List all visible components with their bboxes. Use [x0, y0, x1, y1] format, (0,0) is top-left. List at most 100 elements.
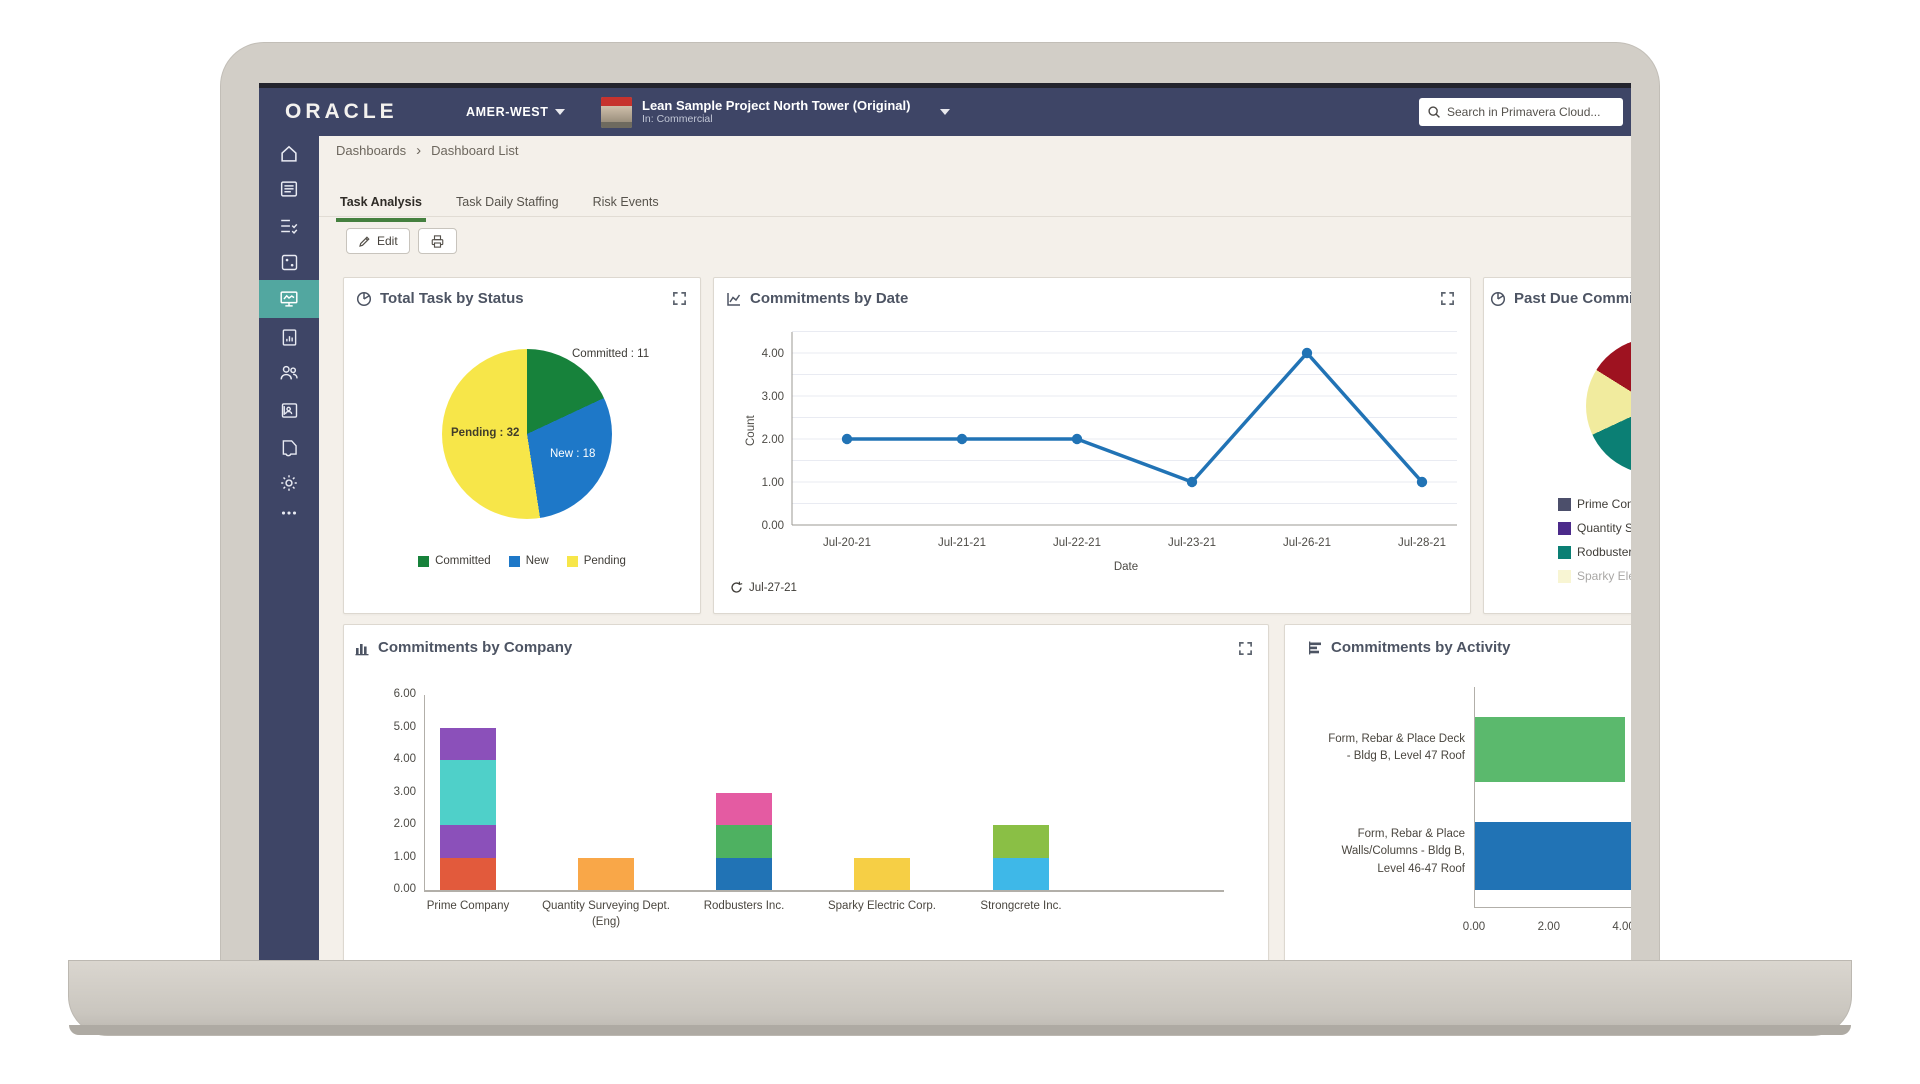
page: ORACLE AMER-WEST Lean Sample Project Nor…: [0, 0, 1920, 1084]
bar-segment: [993, 858, 1049, 891]
pie-label-committed: Committed : 11: [572, 348, 649, 360]
svg-text:4.00: 4.00: [762, 348, 784, 360]
workspace-label: AMER-WEST: [466, 105, 548, 119]
print-button[interactable]: [418, 228, 457, 254]
laptop-base: [68, 960, 1852, 1036]
bar-segment: [993, 825, 1049, 858]
search-input[interactable]: [1447, 105, 1615, 119]
panel-commitments-by-date: Commitments by Date 0.001.002.003.004.00…: [713, 277, 1471, 614]
legend-swatch: [1558, 522, 1571, 535]
sidebar-item-reports[interactable]: [259, 318, 319, 356]
bar-segment: [1475, 717, 1625, 782]
svg-text:Jul-23-21: Jul-23-21: [1168, 537, 1216, 549]
tab-risk-events[interactable]: Risk Events: [589, 189, 663, 222]
legend-swatch: [509, 556, 520, 567]
top-navbar: ORACLE AMER-WEST Lean Sample Project Nor…: [259, 88, 1631, 136]
sidebar-item-task-list[interactable]: [259, 207, 319, 245]
legend-item: New: [509, 555, 549, 567]
project-switcher[interactable]: Lean Sample Project North Tower (Origina…: [601, 97, 950, 128]
pie-chart-icon: [1490, 291, 1506, 307]
screen: ORACLE AMER-WEST Lean Sample Project Nor…: [259, 83, 1631, 976]
monitor-chart-icon: [278, 288, 300, 310]
fullscreen-icon[interactable]: [672, 291, 687, 306]
pie-chart-icon: [356, 291, 372, 307]
legend-item: Pending: [567, 555, 626, 567]
checklist-icon: [278, 215, 300, 237]
bar-segment: [716, 793, 772, 826]
legend-swatch: [1558, 498, 1571, 511]
bar-segment: [716, 858, 772, 891]
project-title: Lean Sample Project North Tower (Origina…: [642, 99, 910, 114]
pie-label-pending: Pending : 32: [451, 427, 519, 439]
breadcrumb-current: Dashboard List: [431, 143, 518, 158]
pencil-icon: [358, 235, 371, 248]
stacked-bar-chart-company: 0.001.002.003.004.005.006.00Prime Compan…: [344, 625, 1270, 976]
people-icon: [278, 362, 300, 384]
left-sidebar: [259, 136, 319, 976]
share-shape-icon: [279, 437, 300, 458]
pie-legend: Prime Company Quantity Surveying Dept. (E…: [1558, 497, 1631, 583]
bar-segment: [716, 825, 772, 858]
sidebar-item-directory[interactable]: [259, 391, 319, 429]
pie-label-new: New : 18: [550, 448, 595, 460]
home-icon: [278, 143, 300, 165]
chevron-down-icon: [940, 109, 950, 115]
svg-text:1.00: 1.00: [762, 477, 784, 489]
legend-item: Quantity Surveying Dept. (Eng): [1558, 521, 1631, 535]
bar-segment: [440, 760, 496, 825]
bar-segment: [440, 825, 496, 858]
legend-item: Rodbusters Inc.: [1558, 545, 1631, 559]
tab-task-analysis[interactable]: Task Analysis: [336, 189, 426, 222]
global-search[interactable]: [1419, 98, 1623, 126]
activity-label: Form, Rebar & Place Walls/Columns - Bldg…: [1293, 826, 1465, 878]
svg-text:Jul-20-21: Jul-20-21: [823, 537, 871, 549]
bar-segment: [440, 728, 496, 761]
board-icon: [278, 178, 300, 200]
bar-segment: [1475, 822, 1631, 890]
sidebar-item-lean-tasks[interactable]: [259, 243, 319, 281]
chevron-down-icon: [555, 109, 565, 115]
id-card-icon: [279, 400, 300, 421]
sidebar-item-projects[interactable]: [259, 170, 319, 208]
workspace-switcher[interactable]: AMER-WEST: [466, 105, 565, 119]
legend-item: Prime Company: [1558, 497, 1631, 511]
legend-swatch: [567, 556, 578, 567]
svg-text:2.00: 2.00: [762, 434, 784, 446]
svg-text:Count: Count: [745, 415, 757, 446]
legend-swatch: [1558, 570, 1571, 583]
refresh-icon: [730, 581, 743, 594]
printer-icon: [430, 234, 445, 249]
tabs-divider: [319, 216, 1631, 217]
breadcrumb-dashboards[interactable]: Dashboards: [336, 143, 406, 158]
refresh-date: Jul-27-21: [749, 582, 797, 594]
laptop-frame: ORACLE AMER-WEST Lean Sample Project Nor…: [220, 42, 1660, 975]
legend-swatch: [418, 556, 429, 567]
sidebar-item-more[interactable]: [259, 494, 319, 532]
sidebar-item-resources[interactable]: [259, 354, 319, 392]
project-thumbnail: [601, 97, 632, 128]
svg-text:Jul-26-21: Jul-26-21: [1283, 537, 1331, 549]
tab-task-daily-staffing[interactable]: Task Daily Staffing: [452, 189, 563, 222]
sidebar-item-apps[interactable]: [259, 428, 319, 466]
sidebar-item-home[interactable]: [259, 136, 319, 173]
svg-text:0.00: 0.00: [762, 520, 784, 532]
main-content: Dashboards › Dashboard List Task Analysi…: [319, 136, 1631, 976]
panel-title-text: Past Due Commitments: [1514, 290, 1631, 307]
dice-icon: [279, 252, 300, 273]
category-label: Strongcrete Inc.: [936, 899, 1106, 915]
line-chart-commitments-by-date: 0.00 1.00 2.00 3.00 4.00 Count Jul-20-21 Jul-21…: [714, 278, 1472, 615]
report-doc-icon: [279, 327, 300, 348]
legend-swatch: [1558, 546, 1571, 559]
edit-button[interactable]: Edit: [346, 228, 410, 254]
last-refreshed[interactable]: Jul-27-21: [730, 581, 797, 594]
sidebar-item-dashboards[interactable]: [259, 280, 319, 318]
svg-text:Jul-21-21: Jul-21-21: [938, 537, 986, 549]
project-context: In: Commercial: [642, 113, 910, 125]
svg-text:3.00: 3.00: [762, 391, 784, 403]
svg-text:Jul-22-21: Jul-22-21: [1053, 537, 1101, 549]
pie-chart-past-due: [1586, 338, 1631, 474]
gear-icon: [278, 472, 300, 494]
svg-text:Jul-28-21: Jul-28-21: [1398, 537, 1446, 549]
legend-item: Sparky Electric Corp.: [1558, 569, 1631, 583]
activity-label: Form, Rebar & Place Deck - Bldg B, Level…: [1293, 731, 1465, 766]
